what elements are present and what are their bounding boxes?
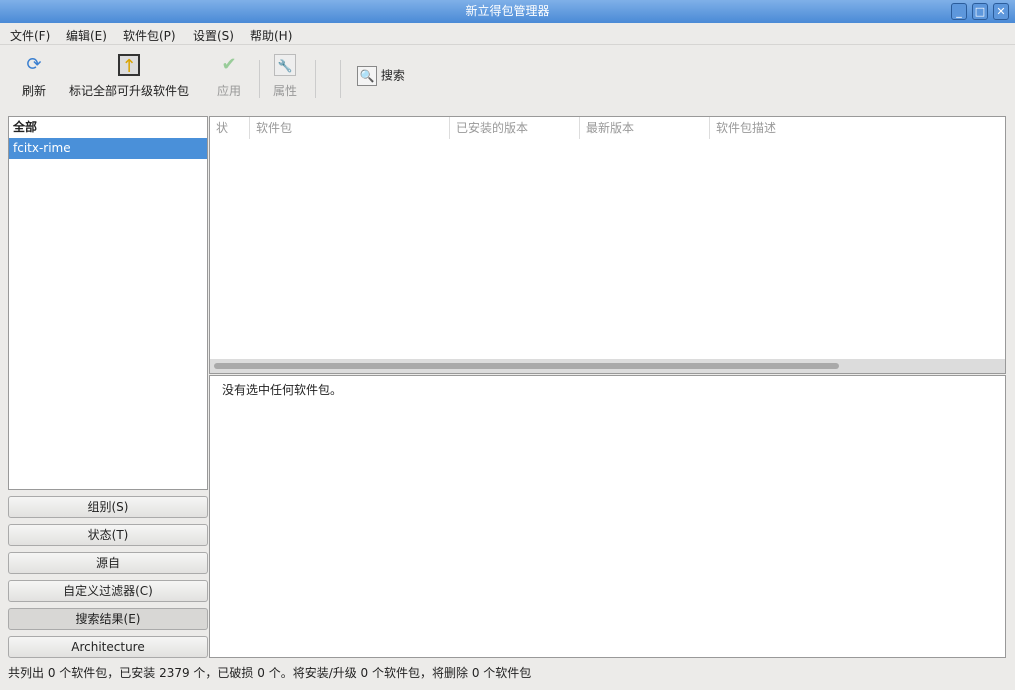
menu-settings[interactable]: 设置(S) [193,27,234,44]
menu-edit[interactable]: 编辑(E) [66,27,107,44]
apply-button[interactable]: ✔ 应用 [217,54,241,99]
close-button[interactable]: ✕ [993,3,1009,20]
menu-file[interactable]: 文件(F) [10,27,50,44]
properties-button[interactable]: 🔧 属性 [273,54,297,99]
column-latest-version[interactable]: 最新版本 [580,117,710,139]
status-button[interactable]: 状态(T) [8,524,208,546]
properties-icon: 🔧 [274,54,296,76]
check-icon: ✔ [221,54,237,75]
column-package[interactable]: 软件包 [250,117,450,139]
toolbar-separator [259,60,260,98]
properties-label: 属性 [273,84,298,98]
details-text: 没有选中任何软件包。 [222,383,343,397]
upgrade-icon: ↑ [118,54,140,77]
refresh-icon: ⟳ [26,54,42,75]
filter-item-all[interactable]: 全部 [9,117,207,138]
toolbar-separator [340,60,341,98]
menu-bar: 文件(F) 编辑(E) 软件包(P) 设置(S) 帮助(H) [0,23,1015,45]
mark-all-upgrades-button[interactable]: ↑ 标记全部可升级软件包 [69,54,189,99]
minimize-button[interactable]: _ [951,3,967,20]
origin-button[interactable]: 源自 [8,552,208,574]
mark-all-label: 标记全部可升级软件包 [69,84,190,98]
filter-item-selected[interactable]: fcitx-rime [9,138,207,159]
column-description[interactable]: 软件包描述 [710,117,1005,139]
search-icon: 🔍 [357,66,377,86]
column-status[interactable]: 状 [210,117,250,139]
search-results-button[interactable]: 搜索结果(E) [8,608,208,630]
horizontal-scrollbar[interactable] [210,359,1005,373]
refresh-label: 刷新 [22,84,47,98]
window-title: 新立得包管理器 [465,4,550,18]
filter-list: 全部 fcitx-rime [8,116,208,490]
toolbar-separator [315,60,316,98]
app-icon [3,2,25,21]
search-button[interactable]: 🔍 搜索 [357,66,405,86]
package-details: 没有选中任何软件包。 [209,375,1006,658]
architecture-button[interactable]: Architecture [8,636,208,658]
sections-button[interactable]: 组别(S) [8,496,208,518]
toolbar: ⟳ 刷新 ↑ 标记全部可升级软件包 ✔ 应用 🔧 属性 🔍 搜索 [0,46,1015,112]
column-installed-version[interactable]: 已安装的版本 [450,117,580,139]
custom-filters-button[interactable]: 自定义过滤器(C) [8,580,208,602]
title-bar: 新立得包管理器 _ □ ✕ [0,0,1015,23]
maximize-button[interactable]: □ [972,3,988,20]
status-bar: 共列出 0 个软件包，已安装 2379 个，已破损 0 个。将安装/升级 0 个… [8,666,532,680]
menu-help[interactable]: 帮助(H) [250,27,292,44]
package-table: 状 软件包 已安装的版本 最新版本 软件包描述 [209,116,1006,374]
refresh-button[interactable]: ⟳ 刷新 [22,54,46,99]
search-label: 搜索 [380,68,405,83]
scrollbar-thumb[interactable] [214,363,839,369]
menu-package[interactable]: 软件包(P) [123,27,176,44]
apply-label: 应用 [217,84,242,98]
